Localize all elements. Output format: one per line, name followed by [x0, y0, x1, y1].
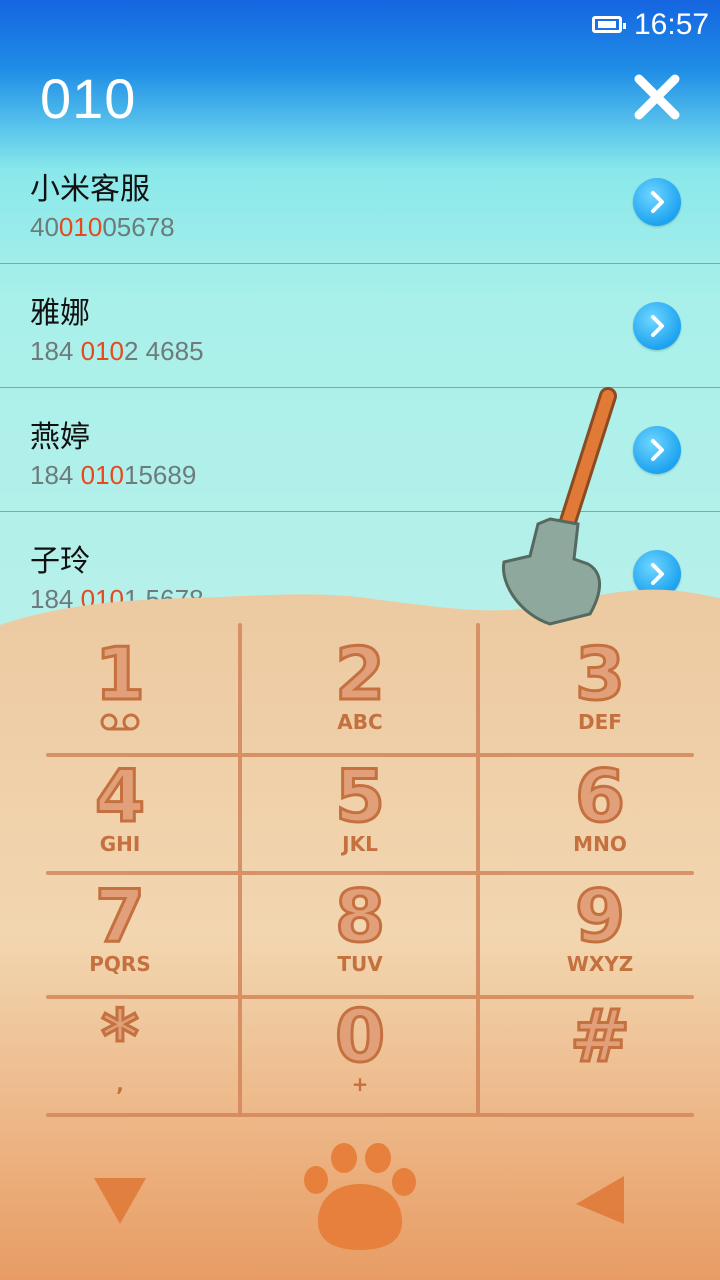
- key-5[interactable]: 5 JKL: [280, 750, 440, 868]
- key-letters: WXYZ: [566, 952, 634, 976]
- key-digit: #: [568, 994, 631, 1078]
- triangle-left-icon[interactable]: [570, 1170, 630, 1230]
- key-digit: 1: [93, 632, 146, 716]
- key-digit: *: [100, 994, 141, 1078]
- key-digit: 3: [573, 632, 626, 716]
- key-digit: 5: [333, 754, 386, 838]
- key-2[interactable]: 2 ABC: [280, 628, 440, 746]
- key-digit: 7: [93, 874, 146, 958]
- key-7[interactable]: 7 PQRS: [40, 870, 200, 988]
- key-digit: 2: [333, 632, 386, 716]
- key-letters: JKL: [342, 832, 378, 856]
- key-letters: TUV: [337, 952, 383, 976]
- key-hash[interactable]: #: [520, 990, 680, 1108]
- key-4[interactable]: 4 GHI: [40, 750, 200, 868]
- triangle-down-icon[interactable]: [88, 1170, 152, 1230]
- key-digit: 0: [333, 994, 386, 1078]
- key-letters: MNO: [573, 832, 627, 856]
- key-9[interactable]: 9 WXYZ: [520, 870, 680, 988]
- key-letters: ,: [116, 1072, 124, 1096]
- shovel-icon: [502, 387, 617, 626]
- key-letters: ABC: [337, 710, 383, 734]
- key-1[interactable]: 1: [40, 628, 200, 746]
- key-letters: PQRS: [89, 952, 151, 976]
- voicemail-icon: [100, 713, 140, 731]
- key-digit: 6: [573, 754, 626, 838]
- key-0[interactable]: 0 +: [280, 990, 440, 1108]
- key-8[interactable]: 8 TUV: [280, 870, 440, 988]
- key-letters: GHI: [99, 832, 141, 856]
- key-digit: 4: [93, 754, 146, 838]
- key-letters: DEF: [578, 710, 622, 734]
- key-digit: 8: [333, 874, 386, 958]
- key-star[interactable]: *,: [40, 990, 200, 1108]
- key-6[interactable]: 6 MNO: [520, 750, 680, 868]
- paw-call-icon[interactable]: [298, 1140, 422, 1252]
- key-digit: 9: [573, 874, 626, 958]
- key-letters: +: [351, 1072, 369, 1096]
- key-3[interactable]: 3 DEF: [520, 628, 680, 746]
